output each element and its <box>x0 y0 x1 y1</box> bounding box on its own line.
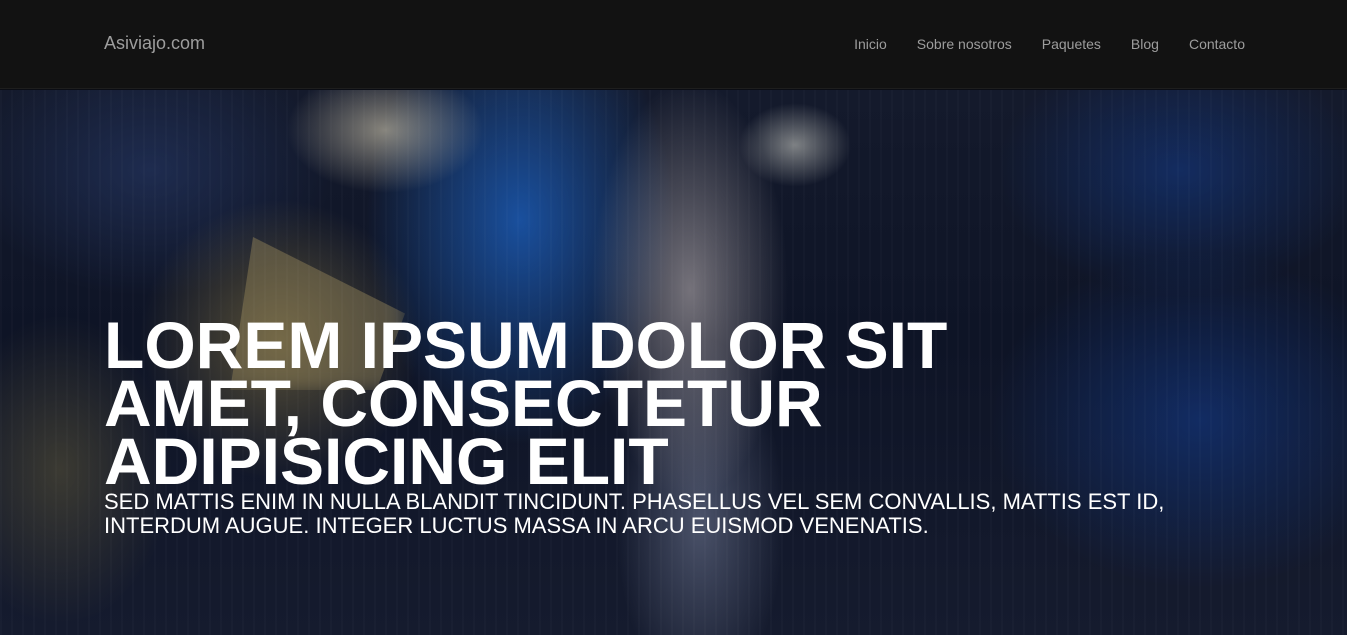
navbar: Asiviajo.com Inicio Sobre nosotros Paque… <box>0 0 1347 89</box>
nav-link-contacto[interactable]: Contacto <box>1189 36 1245 52</box>
hero-title: LOREM IPSUM DOLOR SIT AMET, CONSECTETUR … <box>104 308 948 498</box>
nav-link-sobre-nosotros[interactable]: Sobre nosotros <box>917 36 1012 52</box>
nav-link-inicio[interactable]: Inicio <box>854 36 887 52</box>
hero-content: LOREM IPSUM DOLOR SIT AMET, CONSECTETUR … <box>104 308 1244 538</box>
hero-section: LOREM IPSUM DOLOR SIT AMET, CONSECTETUR … <box>0 90 1347 635</box>
brand-link[interactable]: Asiviajo.com <box>104 33 205 54</box>
nav-link-paquetes[interactable]: Paquetes <box>1042 36 1101 52</box>
nav-link-blog[interactable]: Blog <box>1131 36 1159 52</box>
nav-links: Inicio Sobre nosotros Paquetes Blog Cont… <box>824 36 1245 52</box>
hero-subtitle: SED MATTIS ENIM IN NULLA BLANDIT TINCIDU… <box>104 489 1165 538</box>
